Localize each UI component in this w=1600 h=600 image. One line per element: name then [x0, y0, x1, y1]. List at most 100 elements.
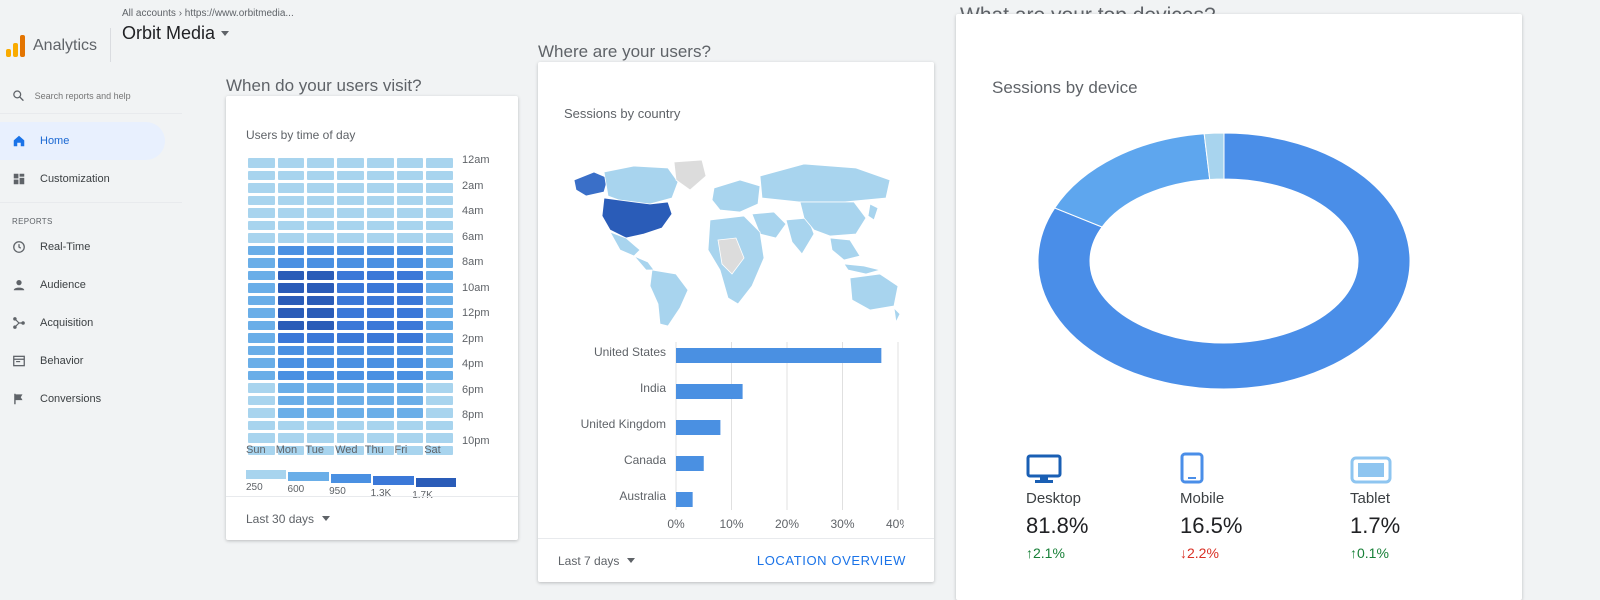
search-input[interactable]: [34, 90, 170, 101]
heatmap-cell: [248, 420, 275, 430]
search-bar[interactable]: [0, 78, 182, 114]
heatmap-cell: [426, 345, 453, 355]
heatmap-cell: [337, 195, 364, 205]
flag-icon: [14, 393, 23, 405]
heatmap-cell: [277, 395, 305, 405]
heatmap-cell: [248, 433, 275, 443]
legend-swatch: [373, 476, 414, 485]
heatmap-cell: [366, 183, 394, 193]
legend-swatch: [246, 470, 287, 479]
visit-card: Users by time of day 12am 2am 4am 6am 8am 10a…: [226, 96, 518, 540]
property-selector[interactable]: Orbit Media: [122, 23, 294, 44]
country-bar: [676, 456, 704, 471]
heatmap-cell: [248, 345, 275, 355]
heatmap-cell: [248, 258, 275, 268]
heatmap-cell: [248, 408, 275, 418]
device-change-value: 2.2%: [1187, 545, 1219, 561]
hour-label: 8am: [462, 256, 484, 268]
heatmap-cell: [307, 270, 335, 280]
heatmap-cell: [248, 320, 275, 330]
sidebar-item-conversions[interactable]: Conversions: [0, 380, 182, 418]
location-overview-link[interactable]: LOCATION OVERVIEW: [757, 553, 906, 568]
country-card-footer: Last 7 days LOCATION OVERVIEW: [538, 538, 934, 582]
header-divider: [110, 28, 111, 62]
heatmap-cell: [366, 283, 394, 293]
account-breadcrumb[interactable]: All accounts › https://www.orbitmedia...: [122, 8, 294, 19]
heatmap-cell: [366, 395, 394, 405]
donut-slice-mobile: [1053, 133, 1211, 228]
day-label: Tue: [305, 444, 324, 456]
heatmap-cell: [307, 220, 335, 230]
account-selector[interactable]: All accounts › https://www.orbitmedia...…: [122, 8, 294, 44]
heatmap-cell: [337, 320, 364, 330]
sidebar-item-label: Conversions: [40, 393, 102, 405]
hour-label: 2pm: [462, 332, 484, 345]
heatmap-cell: [426, 333, 453, 343]
card-title: Sessions by device: [992, 78, 1138, 97]
heatmap-cell: [426, 245, 453, 255]
sidebar-item-audience[interactable]: Audience: [0, 266, 182, 304]
card-title: Sessions by country: [564, 106, 681, 121]
heatmap-cell: [426, 395, 453, 405]
heatmap-cell: [337, 433, 364, 443]
heatmap-cell: [366, 358, 394, 368]
heatmap-cell: [426, 420, 453, 430]
device-desktop: Desktop 81.8% ↑2.1%: [1026, 450, 1146, 561]
country-bar: [676, 384, 743, 399]
heatmap-cell: [366, 408, 394, 418]
sidebar-item-customization[interactable]: Customization: [0, 160, 182, 198]
sidebar-item-behavior[interactable]: Behavior: [0, 342, 182, 380]
heatmap-cell: [337, 170, 364, 180]
heatmap-cell: [337, 383, 364, 393]
heatmap-cell: [426, 258, 453, 268]
hour-label: 2am: [462, 179, 484, 192]
hour-label: 6pm: [462, 383, 484, 396]
heatmap-cell: [277, 420, 305, 430]
heatmap-cell: [337, 420, 364, 430]
behavior-icon: [13, 355, 25, 367]
heatmap-cell: [277, 270, 305, 280]
heatmap-cell: [396, 395, 424, 405]
analytics-app: Analytics All accounts › https://www.orb…: [0, 0, 1600, 600]
heatmap-cell: [396, 170, 424, 180]
heatmap-cell: [337, 270, 364, 280]
sidebar-item-acquisition[interactable]: Acquisition: [0, 304, 182, 342]
heatmap-cell: [426, 270, 453, 280]
country-bar: [676, 420, 721, 435]
device-name: Desktop: [1026, 490, 1082, 507]
date-range-selector[interactable]: Last 30 days: [226, 496, 518, 540]
brand[interactable]: Analytics: [0, 26, 110, 66]
heatmap-cell: [337, 370, 364, 380]
date-range-selector[interactable]: Last 7 days: [558, 554, 636, 568]
heatmap-cell: [248, 158, 275, 168]
sidebar-item-home[interactable]: Home: [0, 122, 165, 160]
sidebar-item-real-time[interactable]: Real-Time: [0, 228, 182, 266]
device-percentage: 1.7%: [1350, 513, 1401, 538]
heatmap-cell: [248, 333, 275, 343]
heatmap-cell: [396, 245, 424, 255]
sessions-by-country-chart: 0% 10% 20% 30% 40% United States India United K…: [581, 342, 904, 531]
heatmap-cell: [366, 245, 394, 255]
customization-icon: [13, 173, 25, 185]
heatmap-cell: [337, 295, 364, 305]
heatmap-cell: [307, 383, 335, 393]
category-label: Canada: [624, 453, 666, 467]
category-label: United States: [594, 345, 666, 359]
caret-down-icon: [627, 558, 636, 563]
hour-label: 6am: [462, 230, 484, 243]
heatmap-cell: [396, 383, 424, 393]
heatmap-cell: [396, 370, 424, 380]
heatmap-cell: [426, 358, 453, 368]
heatmap-cell: [366, 320, 394, 330]
category-label: Australia: [619, 489, 666, 503]
heatmap-cell: [307, 320, 335, 330]
device-mobile: Mobile 16.5% ↓2.2%: [1180, 450, 1300, 561]
clock-icon: [13, 241, 25, 253]
heatmap-cell: [337, 158, 364, 168]
heatmap-cell: [248, 270, 275, 280]
heatmap-cell: [277, 333, 305, 343]
analytics-logo-icon: [6, 35, 25, 57]
x-tick-label: 0%: [667, 517, 685, 531]
sidebar-item-label: Acquisition: [40, 317, 94, 329]
heatmap-cell: [277, 345, 305, 355]
